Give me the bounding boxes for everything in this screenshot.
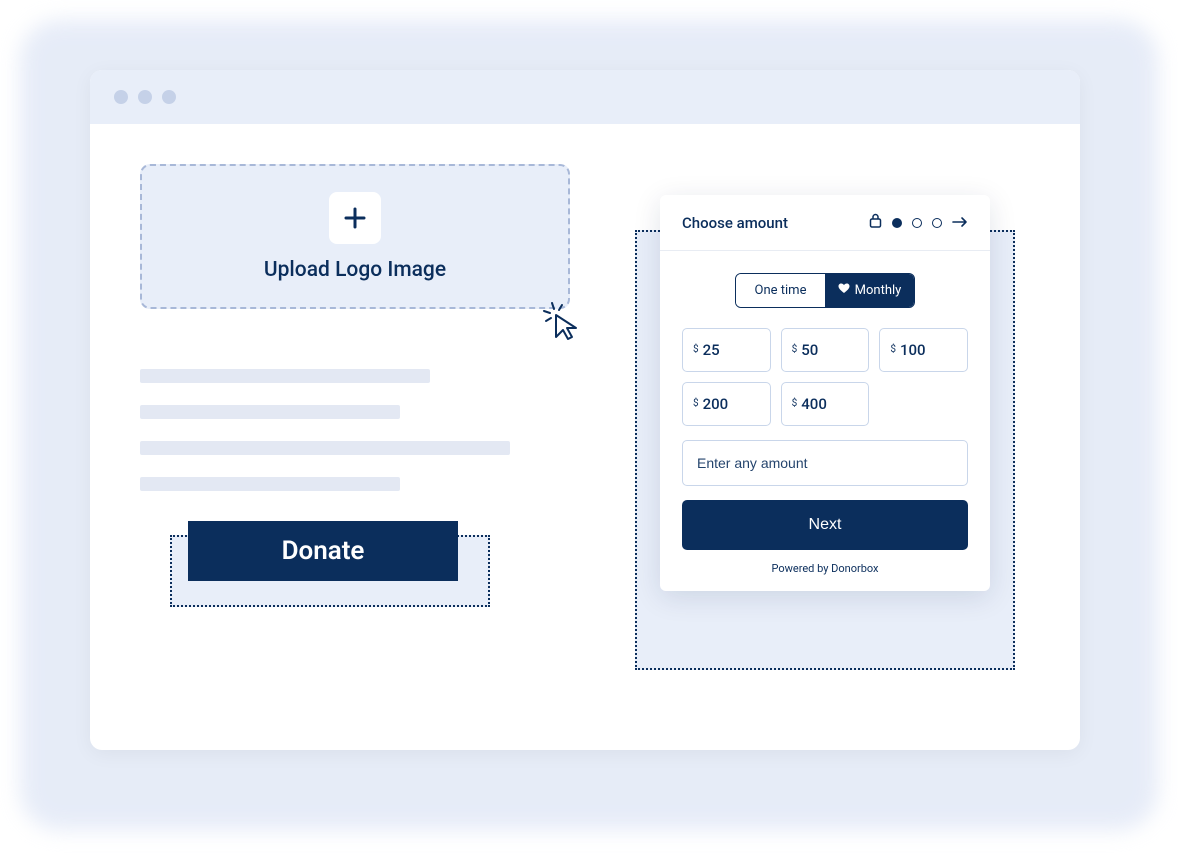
widget-body: One time Monthly $ 25 $ 50 (660, 251, 990, 591)
step-dot (912, 218, 922, 228)
step-dot (932, 218, 942, 228)
currency-symbol: $ (890, 344, 896, 355)
widget-header-icons (869, 213, 968, 232)
frequency-onetime-label: One time (755, 283, 807, 298)
currency-symbol: $ (792, 398, 798, 409)
amount-grid: $ 25 $ 50 $ 100 $ 200 $ 400 (682, 328, 968, 426)
step-dot-active (892, 218, 902, 228)
cursor-click-icon (542, 301, 580, 345)
currency-symbol: $ (693, 398, 699, 409)
skeleton-line (140, 441, 510, 455)
frequency-onetime-button[interactable]: One time (736, 274, 825, 307)
heart-icon (838, 283, 850, 298)
amount-value: 50 (801, 341, 818, 359)
amount-value: 400 (801, 395, 827, 413)
donate-button[interactable]: Donate (188, 521, 458, 581)
currency-symbol: $ (693, 344, 699, 355)
upload-logo-label: Upload Logo Image (264, 258, 446, 282)
skeleton-line (140, 405, 400, 419)
amount-option-25[interactable]: $ 25 (682, 328, 771, 372)
upload-logo-dropzone[interactable]: Upload Logo Image (140, 164, 570, 309)
next-button[interactable]: Next (682, 500, 968, 550)
traffic-light-close[interactable] (114, 90, 128, 104)
frequency-monthly-label: Monthly (855, 283, 902, 298)
traffic-light-minimize[interactable] (138, 90, 152, 104)
amount-value: 25 (703, 341, 720, 359)
donate-button-editor: Donate (170, 521, 490, 603)
browser-window: Upload Logo Image (90, 70, 1080, 750)
donation-widget: Choose amount One time (660, 195, 990, 591)
amount-option-50[interactable]: $ 50 (781, 328, 870, 372)
traffic-light-maximize[interactable] (162, 90, 176, 104)
amount-value: 200 (703, 395, 729, 413)
currency-symbol: $ (792, 344, 798, 355)
amount-option-200[interactable]: $ 200 (682, 382, 771, 426)
plus-icon (329, 192, 381, 244)
skeleton-line (140, 369, 430, 383)
widget-header: Choose amount (660, 195, 990, 251)
amount-value: 100 (900, 341, 926, 359)
amount-option-100[interactable]: $ 100 (879, 328, 968, 372)
lock-icon (869, 213, 882, 232)
skeleton-line (140, 477, 400, 491)
page-editor-column: Upload Logo Image (140, 164, 570, 603)
browser-titlebar (90, 70, 1080, 124)
frequency-monthly-button[interactable]: Monthly (825, 274, 914, 307)
widget-title: Choose amount (682, 214, 788, 232)
powered-by-label: Powered by Donorbox (682, 562, 968, 575)
amount-option-400[interactable]: $ 400 (781, 382, 870, 426)
frequency-toggle: One time Monthly (735, 273, 915, 308)
placeholder-text-block (140, 369, 570, 491)
arrow-right-icon (952, 213, 968, 232)
custom-amount-input[interactable] (682, 440, 968, 486)
